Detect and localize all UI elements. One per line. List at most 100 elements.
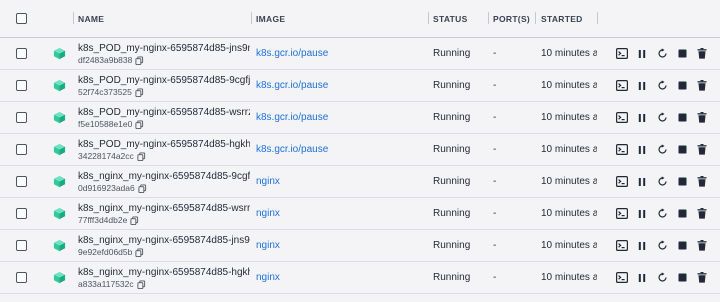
row-checkbox[interactable] [15,272,27,283]
delete-button[interactable] [692,108,712,128]
image-link[interactable]: nginx [256,176,280,187]
image-link[interactable]: nginx [256,272,280,283]
open-terminal-button[interactable] [612,44,632,64]
row-checkbox[interactable] [15,176,27,187]
table-row[interactable]: k8s_nginx_my-nginx-6595874d85-hgkht_defa… [0,262,720,294]
stop-button[interactable] [672,204,692,224]
delete-button[interactable] [692,268,712,288]
stop-button[interactable] [672,108,692,128]
restart-icon [657,208,667,218]
restart-button[interactable] [652,76,672,96]
delete-button[interactable] [692,140,712,160]
delete-button[interactable] [692,44,712,64]
container-name[interactable]: k8s_POD_my-nginx-6595874d85-jns9m_defaul… [78,42,250,55]
open-terminal-button[interactable] [612,108,632,128]
stop-button[interactable] [672,44,692,64]
copy-icon[interactable] [130,215,139,225]
cube-icon [53,271,65,284]
copy-icon[interactable] [137,151,146,161]
pause-button[interactable] [632,204,652,224]
open-terminal-button[interactable] [612,172,632,192]
pause-button[interactable] [632,172,652,192]
name-cell: k8s_POD_my-nginx-6595874d85-wsrrz_defaul… [78,102,250,133]
container-name[interactable]: k8s_nginx_my-nginx-6595874d85-wsrrz_defa… [78,202,250,215]
copy-icon[interactable] [137,279,146,289]
container-icon-cell [44,166,74,197]
row-checkbox[interactable] [15,80,27,91]
row-checkbox[interactable] [15,112,27,123]
container-name[interactable]: k8s_nginx_my-nginx-6595874d85-jns9m_defa… [78,234,250,247]
row-checkbox[interactable] [15,208,27,219]
trash-icon [697,208,707,219]
copy-icon[interactable] [135,247,144,257]
row-checkbox[interactable] [15,240,27,251]
table-row[interactable]: k8s_nginx_my-nginx-6595874d85-9cgfj_defa… [0,166,720,198]
table-row[interactable]: k8s_nginx_my-nginx-6595874d85-wsrrz_defa… [0,198,720,230]
container-name[interactable]: k8s_POD_my-nginx-6595874d85-wsrrz_defaul… [78,106,250,119]
row-select-cell [0,102,42,133]
table-row[interactable]: k8s_nginx_my-nginx-6595874d85-jns9m_defa… [0,230,720,262]
open-terminal-button[interactable] [612,140,632,160]
column-header-started[interactable]: STARTED [541,0,597,37]
column-header-image[interactable]: IMAGE [256,0,426,37]
delete-button[interactable] [692,204,712,224]
trash-icon [697,112,707,123]
column-header-status[interactable]: STATUS [433,0,491,37]
restart-button[interactable] [652,44,672,64]
copy-icon[interactable] [135,87,144,97]
image-link[interactable]: k8s.gcr.io/pause [256,144,328,155]
container-name[interactable]: k8s_nginx_my-nginx-6595874d85-hgkht_defa… [78,266,250,279]
pause-button[interactable] [632,140,652,160]
pause-button[interactable] [632,236,652,256]
column-header-name[interactable]: NAME [78,0,250,37]
stop-button[interactable] [672,236,692,256]
pause-button[interactable] [632,44,652,64]
pause-button[interactable] [632,108,652,128]
status-cell: Running [433,262,491,293]
image-link[interactable]: k8s.gcr.io/pause [256,80,328,91]
stop-button[interactable] [672,140,692,160]
copy-icon[interactable] [138,183,147,193]
container-name[interactable]: k8s_POD_my-nginx-6595874d85-hgkht_defaul… [78,138,250,151]
row-checkbox[interactable] [15,144,27,155]
restart-button[interactable] [652,140,672,160]
table-row[interactable]: k8s_POD_my-nginx-6595874d85-jns9m_defaul… [0,38,720,70]
restart-button[interactable] [652,236,672,256]
row-checkbox[interactable] [15,48,27,59]
cube-icon [53,239,65,252]
table-header: NAME IMAGE STATUS PORT(S) STARTED [0,0,720,38]
open-terminal-button[interactable] [612,204,632,224]
open-terminal-button[interactable] [612,236,632,256]
image-link[interactable]: k8s.gcr.io/pause [256,48,328,59]
table-row[interactable]: k8s_POD_my-nginx-6595874d85-9cgfj_defaul… [0,70,720,102]
table-row[interactable]: k8s_POD_my-nginx-6595874d85-wsrrz_defaul… [0,102,720,134]
image-link[interactable]: k8s.gcr.io/pause [256,112,328,123]
container-icon-cell [44,230,74,261]
pause-button[interactable] [632,76,652,96]
delete-button[interactable] [692,76,712,96]
restart-button[interactable] [652,204,672,224]
container-name[interactable]: k8s_nginx_my-nginx-6595874d85-9cgfj_defa… [78,170,250,183]
trash-icon [697,272,707,283]
open-terminal-button[interactable] [612,268,632,288]
restart-button[interactable] [652,108,672,128]
restart-button[interactable] [652,268,672,288]
container-name[interactable]: k8s_POD_my-nginx-6595874d85-9cgfj_defaul… [78,74,250,87]
copy-icon[interactable] [135,55,144,65]
stop-button[interactable] [672,268,692,288]
image-link[interactable]: nginx [256,208,280,219]
stop-button[interactable] [672,76,692,96]
select-all-checkbox[interactable] [15,13,27,24]
image-link[interactable]: nginx [256,240,280,251]
delete-button[interactable] [692,236,712,256]
open-terminal-button[interactable] [612,76,632,96]
started-cell: 10 minutes ago [541,198,597,229]
delete-button[interactable] [692,172,712,192]
pause-button[interactable] [632,268,652,288]
column-header-ports[interactable]: PORT(S) [493,0,537,37]
restart-button[interactable] [652,172,672,192]
pause-icon [638,209,646,218]
table-row[interactable]: k8s_POD_my-nginx-6595874d85-hgkht_defaul… [0,134,720,166]
copy-icon[interactable] [135,119,144,129]
stop-button[interactable] [672,172,692,192]
